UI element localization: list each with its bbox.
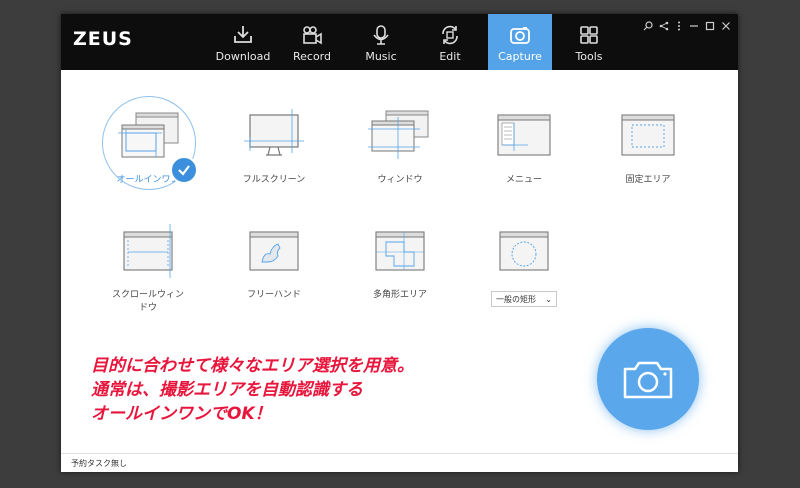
mode-window[interactable]: ウィンドウ (340, 102, 460, 187)
more-icon[interactable] (673, 20, 685, 32)
chevron-down-icon: ⌄ (545, 294, 552, 304)
app-logo: ZEUS (73, 28, 133, 50)
mode-fixed-area[interactable]: 固定エリア (588, 102, 708, 187)
video-camera-icon (303, 26, 322, 45)
tab-tools[interactable]: Tools (557, 14, 621, 70)
mode-polygon-area[interactable]: 多角形エリア (340, 217, 460, 302)
fixed-area-icon (621, 114, 675, 156)
tab-music[interactable]: Music (349, 14, 413, 70)
tools-grid-icon (580, 26, 598, 44)
tab-label: Download (215, 50, 271, 63)
window-icon (368, 110, 429, 159)
shape-select[interactable]: 一般の矩形 ⌄ (491, 291, 557, 307)
promo-line-1: 目的に合わせて様々なエリア選択を用意。 (91, 356, 414, 376)
close-icon[interactable] (720, 20, 732, 32)
ellipse-shape-icon (499, 231, 549, 271)
mode-shape[interactable]: 一般の矩形 ⌄ (464, 217, 584, 307)
microphone-icon (373, 25, 389, 45)
capture-button[interactable] (597, 328, 699, 430)
status-bar: 予約タスク無し (61, 453, 738, 472)
tab-label: Tools (575, 50, 603, 63)
mode-label: 多角形エリア (372, 290, 427, 300)
edit-refresh-icon (442, 25, 458, 45)
promo-line-2: 通常は、撮影エリアを自動認識する (91, 380, 363, 400)
status-text: 予約タスク無し (71, 459, 127, 468)
minimize-icon[interactable] (688, 20, 700, 32)
mode-label: メニュー (505, 175, 542, 185)
tab-label: Record (292, 50, 331, 63)
mode-label: ウィンドウ (377, 175, 423, 185)
title-bar: ZEUS Download Record Music Edit Capture … (61, 14, 738, 70)
promo-line-3: オールインワンでOK！ (91, 404, 272, 424)
promo-text: 目的に合わせて様々なエリア選択を用意。 通常は、撮影エリアを自動認識する オール… (91, 354, 511, 426)
shape-select-value: 一般の矩形 (496, 294, 536, 304)
mode-scroll-window[interactable]: スクロールウィン ドウ (88, 217, 208, 315)
mode-label: 固定エリア (625, 175, 671, 185)
tab-record[interactable]: Record (280, 14, 344, 70)
mode-label: フルスクリーン (242, 175, 306, 185)
freehand-icon (249, 231, 299, 271)
camera-icon (510, 27, 530, 44)
menu-icon (497, 114, 551, 156)
camera-icon (623, 361, 673, 399)
mode-label: スクロールウィン ドウ (111, 290, 184, 313)
polygon-area-icon (375, 231, 425, 271)
mode-menu[interactable]: メニュー (464, 102, 584, 187)
search-icon[interactable] (642, 20, 654, 32)
maximize-icon[interactable] (704, 20, 716, 32)
mode-freehand[interactable]: フリーハンド (214, 217, 334, 302)
scroll-window-icon (123, 224, 173, 278)
share-icon[interactable] (658, 20, 670, 32)
check-icon (170, 156, 198, 184)
tab-label: Edit (439, 50, 461, 63)
download-icon (234, 26, 252, 43)
fullscreen-icon (244, 109, 304, 156)
mode-label: フリーハンド (247, 290, 301, 300)
mode-fullscreen[interactable]: フルスクリーン (214, 102, 334, 187)
tab-download[interactable]: Download (211, 14, 275, 70)
mode-all-in-one[interactable]: オールインワン (88, 96, 208, 190)
tab-label: Capture (498, 50, 542, 63)
tab-edit[interactable]: Edit (418, 14, 482, 70)
tab-label: Music (365, 50, 397, 63)
tab-capture[interactable]: Capture (488, 14, 552, 70)
